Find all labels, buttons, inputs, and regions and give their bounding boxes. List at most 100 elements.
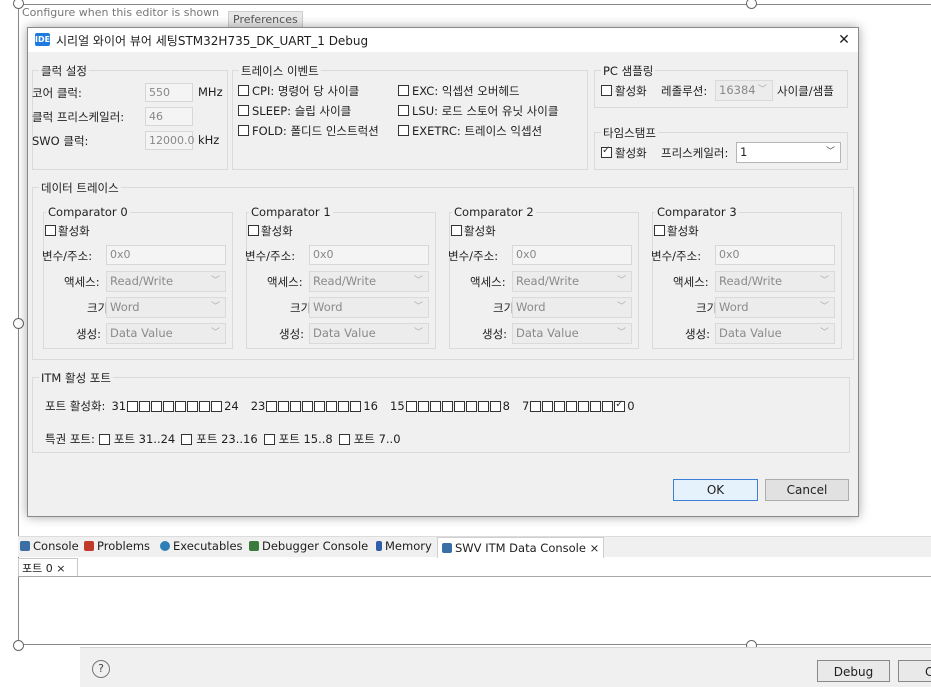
chevron-down-icon: ﹀ [210, 328, 220, 338]
comparator-0-gen-select[interactable]: Data Value ﹀ [106, 323, 226, 344]
close-button-partial[interactable]: C [898, 660, 931, 682]
frame-line-top [18, 4, 931, 5]
priv-port-7-0-checkbox[interactable] [338, 433, 350, 445]
priv-port-31-24-checkbox[interactable] [98, 433, 110, 445]
lsu-checkbox[interactable] [398, 105, 409, 116]
comparator-2-size-select[interactable]: Word ﹀ [512, 297, 632, 318]
tab-problems[interactable]: Problems [84, 539, 150, 553]
comparator-3-addr-field[interactable]: 0x0 [715, 245, 835, 265]
comparator-2-gen-select[interactable]: Data Value ﹀ [512, 323, 632, 344]
comparator-1-access-select[interactable]: Read/Write ﹀ [309, 271, 429, 292]
timestamp-prescaler-select[interactable]: 1 ﹀ [736, 142, 841, 163]
frame-line-bottom [18, 644, 931, 645]
close-icon[interactable]: ✕ [833, 29, 855, 51]
port-enable-checkbox[interactable] [453, 400, 465, 412]
port-enable-checkbox[interactable] [465, 400, 477, 412]
comparator-3-access-select[interactable]: Read/Write ﹀ [715, 271, 835, 292]
pc-sampling-enable-checkbox[interactable] [601, 85, 612, 96]
port-enable-checkbox[interactable] [566, 400, 578, 412]
port-enable-checkbox[interactable] [187, 400, 199, 412]
ok-button[interactable]: OK [673, 479, 758, 501]
resolution-select[interactable]: 16384 ﹀ [715, 80, 773, 101]
comparator-1-enable-checkbox[interactable] [248, 225, 259, 236]
port-enable-checkbox[interactable] [278, 400, 290, 412]
debug-button[interactable]: Debug [817, 660, 890, 682]
cancel-button[interactable]: Cancel [765, 479, 849, 501]
clock-prescaler-field[interactable]: 46 [145, 107, 193, 126]
port-enable-checkbox[interactable] [417, 400, 429, 412]
port-enable-checkbox[interactable] [127, 400, 139, 412]
timestamp-group: 타임스탬프 활성화 프리스케일러: 1﹀ [594, 125, 848, 170]
sleep-checkbox[interactable] [238, 105, 249, 116]
comparator-0-gen-label: 생성: [76, 327, 102, 341]
port-enable-checkbox[interactable] [338, 400, 350, 412]
port-enable-checkbox[interactable] [266, 400, 278, 412]
comparator-2-enable-checkbox[interactable] [451, 225, 462, 236]
resize-handle[interactable] [13, 640, 24, 651]
port-enable-checkbox[interactable] [441, 400, 453, 412]
port-enable-checkbox[interactable] [139, 400, 151, 412]
port-enable-checkbox[interactable] [477, 400, 489, 412]
dialog-title: 시리얼 와이어 뷰어 세팅STM32H735_DK_UART_1 Debug [56, 34, 369, 48]
comparator-0-size-select[interactable]: Word ﹀ [106, 297, 226, 318]
port-enable-checkbox[interactable] [554, 400, 566, 412]
comparator-2-addr-field[interactable]: 0x0 [512, 245, 632, 265]
timestamp-label: 타임스탬프 [601, 125, 658, 141]
port-enable-checkbox[interactable] [590, 400, 602, 412]
chevron-down-icon: ﹀ [413, 328, 423, 338]
timestamp-enable-checkbox[interactable] [601, 145, 612, 158]
tab-memory[interactable]: Memory [376, 539, 432, 553]
tab-executables[interactable]: Executables [160, 539, 243, 553]
comparator-3-size-select[interactable]: Word ﹀ [715, 297, 835, 318]
port-enable-checkbox[interactable] [350, 400, 362, 412]
port-enable-checkbox[interactable] [211, 400, 223, 412]
port-range-start-label: 23 [250, 399, 266, 413]
port-enable-checkbox[interactable] [151, 400, 163, 412]
port-enable-checkbox[interactable] [578, 400, 590, 412]
data-trace-label: 데이터 트레이스 [39, 180, 121, 196]
port-enable-checkbox[interactable] [530, 400, 542, 412]
port-enable-checkbox[interactable] [326, 400, 338, 412]
comparator-0-addr-field[interactable]: 0x0 [106, 245, 226, 265]
port-enable-checkbox[interactable] [314, 400, 326, 412]
resize-handle[interactable] [746, 0, 757, 9]
chevron-down-icon: ﹀ [819, 302, 829, 312]
port-enable-checkbox[interactable] [614, 399, 626, 412]
help-icon[interactable]: ? [92, 660, 110, 678]
tab-debugger-console[interactable]: Debugger Console [249, 539, 368, 553]
comparator-3-enable-checkbox[interactable] [654, 225, 665, 236]
priv-port-15-8-checkbox[interactable] [263, 433, 275, 445]
comparator-1-size-select[interactable]: Word ﹀ [309, 297, 429, 318]
port-enable-checkbox[interactable] [175, 400, 187, 412]
port-enable-checkbox[interactable] [405, 400, 417, 412]
comparator-3-gen-select[interactable]: Data Value ﹀ [715, 323, 835, 344]
pc-sampling-enable-label: 활성화 [615, 84, 647, 98]
comparator-2-addr-label: 변수/주소: [448, 249, 499, 263]
port-enable-checkbox[interactable] [429, 400, 441, 412]
comparator-1-addr-field[interactable]: 0x0 [309, 245, 429, 265]
cpi-checkbox[interactable] [238, 85, 249, 96]
resize-handle[interactable] [13, 318, 24, 329]
comparator-1-gen-label: 생성: [279, 327, 305, 341]
port-enable-checkbox[interactable] [163, 400, 175, 412]
port-enable-checkbox[interactable] [290, 400, 302, 412]
port-0-tab[interactable]: 포트 0 × [18, 558, 78, 576]
priv-port-23-16-checkbox[interactable] [181, 433, 193, 445]
comparator-2-access-select[interactable]: Read/Write ﹀ [512, 271, 632, 292]
comparator-0-enable-checkbox[interactable] [45, 225, 56, 236]
exetrc-checkbox[interactable] [398, 125, 409, 136]
exc-checkbox[interactable] [398, 85, 409, 96]
fold-checkbox[interactable] [238, 125, 249, 136]
swo-clock-field[interactable]: 12000.0 [145, 131, 195, 150]
comparator-0-access-select[interactable]: Read/Write ﹀ [106, 271, 226, 292]
port-enable-checkbox[interactable] [542, 400, 554, 412]
preferences-link[interactable]: Preferences [228, 11, 303, 28]
comparator-1-gen-select[interactable]: Data Value ﹀ [309, 323, 429, 344]
port-enable-checkbox[interactable] [602, 400, 614, 412]
port-enable-checkbox[interactable] [489, 400, 501, 412]
tab-console[interactable]: Console [20, 539, 79, 553]
tab-swv-itm-data-console[interactable]: SWV ITM Data Console × [437, 537, 605, 558]
core-clock-field[interactable]: 550 [145, 83, 193, 102]
port-enable-checkbox[interactable] [302, 400, 314, 412]
port-enable-checkbox[interactable] [199, 400, 211, 412]
